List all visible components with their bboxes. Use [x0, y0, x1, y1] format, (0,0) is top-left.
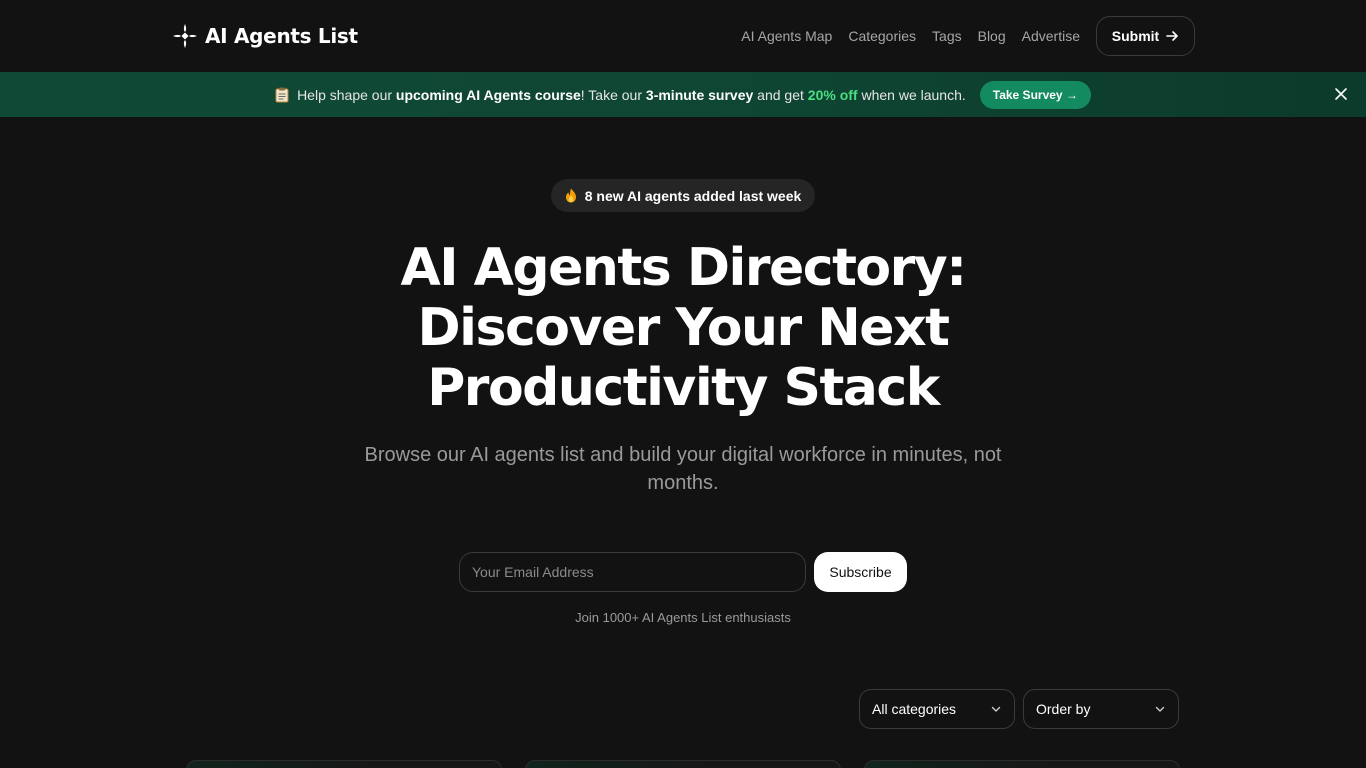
banner-survey-text: 3-minute survey: [645, 86, 754, 103]
submit-button[interactable]: Submit: [1096, 16, 1195, 56]
survey-banner-content: Help shape our upcoming AI Agents course…: [275, 80, 1091, 109]
chevron-down-icon: [1155, 706, 1165, 712]
order-select[interactable]: Order by: [1023, 689, 1179, 729]
nav-blog[interactable]: Blog: [978, 28, 1006, 44]
subscribe-button[interactable]: Subscribe: [814, 552, 907, 592]
agent-card[interactable]: [186, 760, 502, 768]
nav-ai-agents-map[interactable]: AI Agents Map: [741, 28, 832, 44]
nav-categories[interactable]: Categories: [848, 28, 916, 44]
close-icon[interactable]: [1333, 86, 1349, 102]
take-survey-button[interactable]: Take Survey →: [979, 80, 1091, 109]
logo-text: AI Agents List: [205, 24, 358, 48]
fire-icon: [565, 188, 576, 203]
page-title: AI Agents Directory: Discover Your Next …: [400, 238, 967, 418]
clipboard-icon: [275, 87, 289, 102]
chevron-down-icon: [991, 706, 1001, 712]
site-header: AI Agents List AI Agents Map Categories …: [0, 0, 1366, 72]
banner-message: Help shape our upcoming AI Agents course…: [297, 86, 966, 103]
join-count-text: Join 1000+ AI Agents List enthusiasts: [575, 610, 791, 625]
submit-button-label: Submit: [1111, 28, 1160, 44]
logo[interactable]: AI Agents List: [171, 20, 358, 52]
hero-subtitle: Browse our AI agents list and build your…: [364, 444, 1002, 494]
banner-discount: 20% off: [807, 86, 858, 103]
survey-banner: Help shape our upcoming AI Agents course…: [0, 72, 1366, 117]
new-agents-badge: 8 new AI agents added last week: [551, 179, 815, 212]
nav-advertise[interactable]: Advertise: [1022, 28, 1080, 44]
agent-card[interactable]: [525, 760, 841, 768]
logo-icon: [173, 24, 197, 48]
email-input[interactable]: [459, 552, 806, 592]
category-select[interactable]: All categories: [859, 689, 1015, 729]
category-select-value: All categories: [872, 701, 957, 717]
arrow-right-icon: [1166, 31, 1179, 41]
order-select-value: Order by: [1036, 701, 1091, 717]
banner-course-text: upcoming AI Agents course: [395, 86, 581, 103]
badge-text: 8 new AI agents added last week: [584, 187, 802, 204]
nav-tags[interactable]: Tags: [932, 28, 962, 44]
agent-card[interactable]: [864, 760, 1180, 768]
main-nav: AI Agents Map Categories Tags Blog Adver…: [741, 16, 1195, 56]
